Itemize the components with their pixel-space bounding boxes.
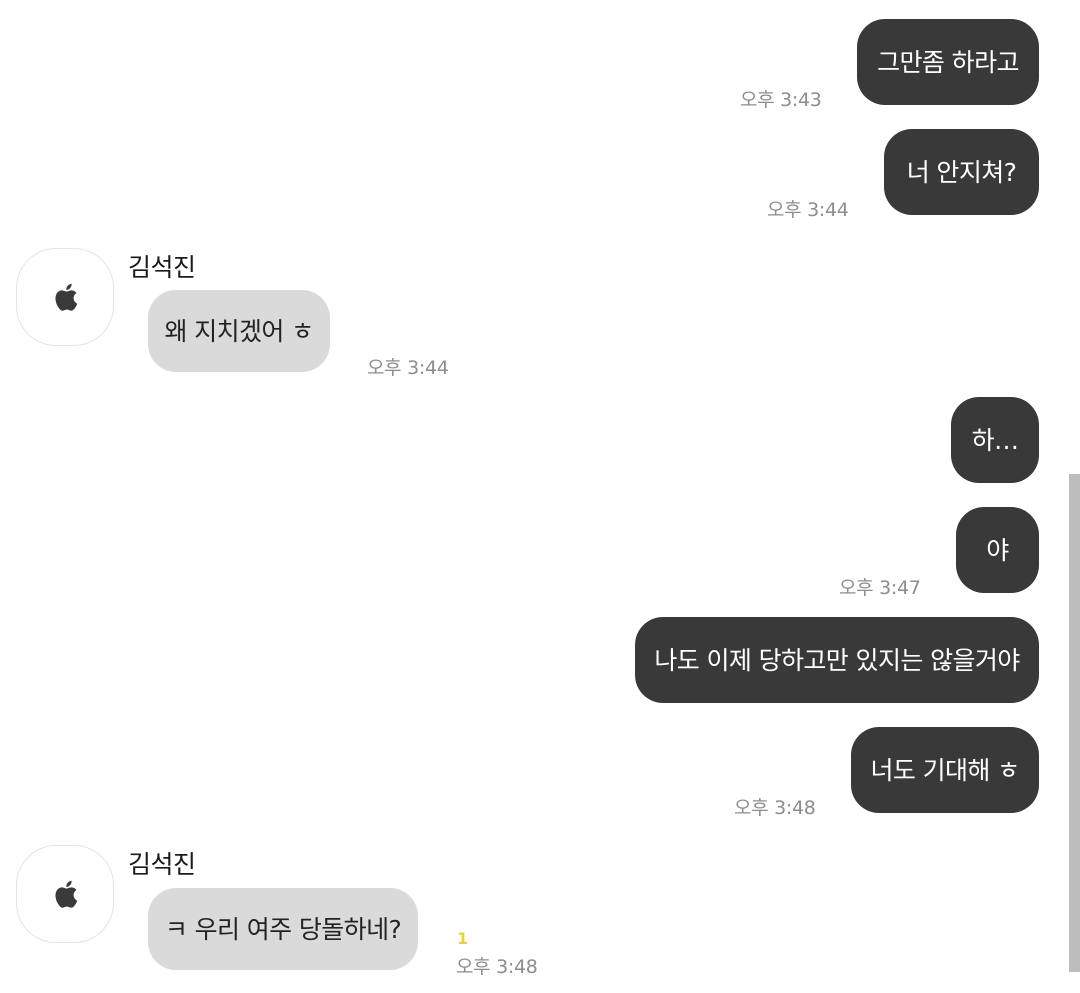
avatar[interactable]	[16, 845, 114, 943]
unread-count-badge: 1	[457, 929, 469, 948]
sender-name: 김석진	[128, 253, 196, 282]
my-message-bubble[interactable]: 너도 기대해 ㅎ	[851, 727, 1039, 813]
my-message-bubble[interactable]: 하…	[951, 397, 1039, 483]
message-time: 오후 3:44	[367, 357, 449, 379]
sender-name: 김석진	[128, 850, 196, 879]
scrollbar-thumb[interactable]	[1069, 474, 1080, 972]
my-message-bubble[interactable]: 너 안지쳐?	[884, 129, 1039, 215]
avatar[interactable]	[16, 248, 114, 346]
apple-logo-icon	[55, 283, 78, 311]
other-message-bubble[interactable]: ㅋ 우리 여주 당돌하네?	[148, 888, 418, 970]
apple-logo-icon	[55, 880, 78, 908]
message-time: 오후 3:48	[456, 956, 538, 978]
message-time: 오후 3:44	[767, 199, 849, 221]
message-time: 오후 3:47	[839, 577, 921, 599]
my-message-bubble[interactable]: 야	[956, 507, 1039, 593]
other-message-bubble[interactable]: 왜 지치겠어 ㅎ	[148, 290, 330, 372]
my-message-bubble[interactable]: 그만좀 하라고	[857, 19, 1039, 105]
message-time: 오후 3:48	[734, 797, 816, 819]
my-message-bubble[interactable]: 나도 이제 당하고만 있지는 않을거야	[635, 617, 1039, 703]
chat-area[interactable]: 그만좀 하라고 오후 3:43 너 안지쳐? 오후 3:44 김석진 왜 지치겠…	[0, 0, 1080, 993]
message-time: 오후 3:43	[740, 89, 822, 111]
